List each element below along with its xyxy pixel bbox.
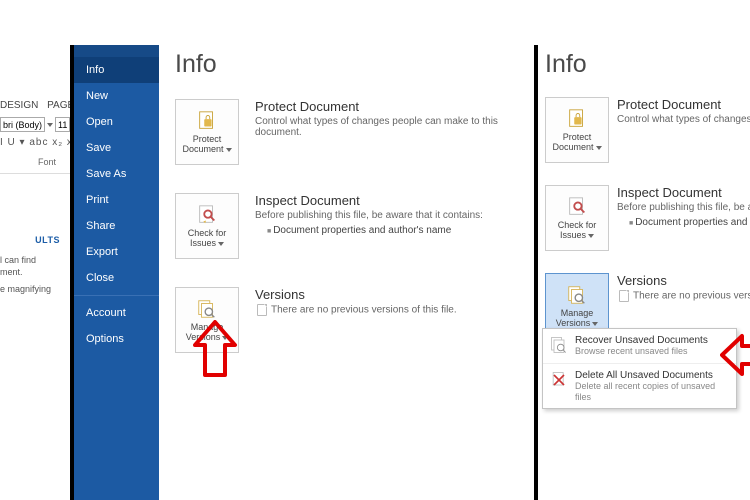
- versions-none: There are no previous versions of this f…: [255, 304, 530, 316]
- ribbon-tabs: DESIGN PAGE: [0, 100, 70, 111]
- font-selectors: [0, 117, 70, 132]
- red-arrow-icon: [190, 320, 240, 380]
- recover-unsaved-item[interactable]: Recover Unsaved Documents Browse recent …: [543, 329, 736, 364]
- versions-none: There are no previous versions: [617, 290, 750, 302]
- inspect-bullet: Document properties and author's name: [267, 225, 530, 236]
- separator: [0, 173, 70, 174]
- lock-icon: [566, 108, 588, 130]
- ribbon-group-label: Font: [38, 157, 56, 167]
- document-icon: [257, 304, 267, 316]
- menu-new[interactable]: New: [74, 83, 159, 109]
- file-menu-sidebar: Info New Open Save Save As Print Share E…: [74, 45, 159, 500]
- protect-row: Protect Document Protect Document Contro…: [175, 99, 530, 165]
- recover-icon: [549, 335, 569, 355]
- page-title: Info: [545, 50, 750, 79]
- protect-heading: Protect Document: [255, 99, 530, 114]
- page-title: Info: [175, 50, 530, 79]
- check-issues-button[interactable]: Check for Issues: [545, 185, 609, 251]
- left-panel: DESIGN PAGE I U ▾ abc x₂ x² Font ULTS l …: [0, 0, 530, 500]
- protect-document-button[interactable]: Protect Document: [175, 99, 239, 165]
- versions-heading: Versions: [617, 273, 750, 288]
- menu-save[interactable]: Save: [74, 135, 159, 161]
- delete-sub: Delete all recent copies of unsaved file…: [575, 381, 730, 403]
- font-size-input[interactable]: [55, 117, 70, 132]
- protect-desc: Control what types of changes people can…: [255, 116, 530, 138]
- menu-save-as[interactable]: Save As: [74, 161, 159, 187]
- inspect-desc: Before publishing this file, be aware: [617, 202, 750, 213]
- versions-heading: Versions: [255, 287, 530, 302]
- menu-share[interactable]: Share: [74, 213, 159, 239]
- delete-unsaved-item[interactable]: Delete All Unsaved Documents Delete all …: [543, 364, 736, 409]
- versions-icon: [566, 284, 588, 306]
- font-name-input[interactable]: [0, 117, 45, 132]
- menu-print[interactable]: Print: [74, 187, 159, 213]
- ribbon-fragment: DESIGN PAGE I U ▾ abc x₂ x² Font ULTS l …: [0, 45, 70, 500]
- inspect-icon: [566, 196, 588, 218]
- protect-heading: Protect Document: [617, 97, 750, 112]
- info-pane-right: Info Protect Document Protect Document C…: [540, 45, 750, 339]
- menu-options[interactable]: Options: [74, 326, 159, 352]
- inspect-heading: Inspect Document: [617, 185, 750, 200]
- delete-title: Delete All Unsaved Documents: [575, 370, 730, 381]
- inspect-icon: [196, 204, 218, 226]
- divider: [534, 45, 538, 500]
- menu-open[interactable]: Open: [74, 109, 159, 135]
- check-issues-button[interactable]: Check for Issues: [175, 193, 239, 259]
- delete-icon: [549, 370, 569, 390]
- manage-versions-dropdown: Recover Unsaved Documents Browse recent …: [542, 328, 737, 409]
- inspect-bullet: Document properties and auth: [629, 217, 750, 228]
- inspect-desc: Before publishing this file, be aware th…: [255, 210, 530, 221]
- right-panel: Info Protect Document Protect Document C…: [540, 45, 750, 500]
- lock-icon: [196, 110, 218, 132]
- tab-design[interactable]: DESIGN: [0, 100, 38, 111]
- menu-close[interactable]: Close: [74, 265, 159, 291]
- protect-desc: Control what types of changes peop: [617, 114, 750, 125]
- tab-page[interactable]: PAGE: [47, 100, 70, 111]
- versions-icon: [196, 298, 218, 320]
- red-arrow-icon: [720, 328, 750, 383]
- recover-title: Recover Unsaved Documents: [575, 335, 708, 346]
- menu-account[interactable]: Account: [74, 300, 159, 326]
- chevron-down-icon[interactable]: [47, 123, 53, 127]
- format-buttons[interactable]: I U ▾ abc x₂ x²: [0, 137, 70, 148]
- document-icon: [619, 290, 629, 302]
- menu-info[interactable]: Info: [74, 57, 159, 83]
- menu-export[interactable]: Export: [74, 239, 159, 265]
- results-text: l can find ment. e magnifying: [0, 255, 68, 296]
- protect-document-button[interactable]: Protect Document: [545, 97, 609, 163]
- inspect-row: Check for Issues Inspect Document Before…: [175, 193, 530, 259]
- results-heading: ULTS: [0, 235, 60, 245]
- inspect-heading: Inspect Document: [255, 193, 530, 208]
- recover-sub: Browse recent unsaved files: [575, 346, 708, 357]
